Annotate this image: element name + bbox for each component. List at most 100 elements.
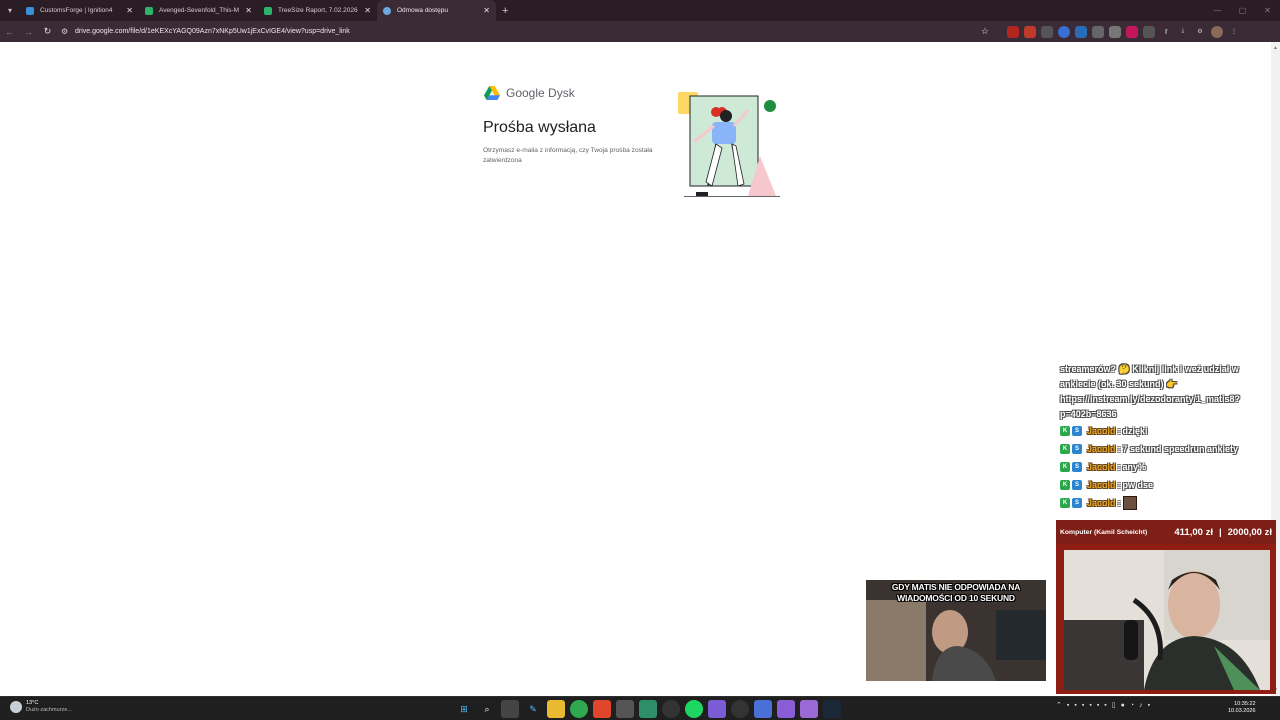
brave-icon[interactable] [593,700,611,718]
windows-taskbar: 13°C Dużo zachmurze... ⊞ ⌕ ✎ ⌃ ▪ ▪ ▪ ▪ ▪… [0,696,1280,720]
tab-close-icon[interactable]: ✕ [126,6,133,15]
extension-cloud-icon[interactable] [1041,25,1053,38]
chat-emote [1122,496,1137,510]
taskbar-apps: ⊞ ⌕ ✎ [455,700,841,718]
kick-badge-icon: K [1060,498,1070,508]
tray-app-icon[interactable]: ▪ [1148,702,1150,709]
file-explorer-icon[interactable] [547,700,565,718]
discord-icon[interactable] [708,700,726,718]
battery-icon[interactable]: ▯ [1112,701,1116,709]
site-info-icon[interactable]: ⚙ [61,27,75,36]
request-illustration [678,92,780,197]
more-menu-icon[interactable]: ⋮ [1228,25,1240,38]
tab-treesize[interactable]: TreeSize Raport, 7.02.2026 23: ✕ [258,0,377,21]
profile-avatar[interactable] [1211,25,1223,38]
tab-title: CustomsForge | Ignition4 [40,7,113,14]
extension-badge-icon[interactable] [1024,25,1036,38]
new-tab-button[interactable]: + [502,5,508,17]
tray-app-icon[interactable]: ▪ [1104,702,1106,709]
tab-odmowa-dostepu[interactable]: Odmowa dostępu ✕ [377,0,496,21]
google-drive-logo: Google Dysk [484,86,575,100]
tab-title: Avenged-Sevenfold_This-Means-War [159,7,240,14]
tray-overflow-icon[interactable]: ⌃ [1056,701,1062,709]
reload-icon[interactable]: ↻ [38,21,57,42]
password-key-icon[interactable]: ⚷ [1160,25,1172,38]
extension-gray-icon[interactable] [1092,25,1104,38]
extension-square-icon[interactable] [1109,25,1121,38]
brand-name: Google Dysk [506,86,575,100]
tray-app-icon[interactable]: ▪ [1074,702,1076,709]
cloud-weather-icon [10,701,22,713]
chat-message: K S Jacold : 7 sekund speedrun ankiety [1060,440,1260,458]
kick-badge-icon: K [1060,426,1070,436]
extension-blue-icon[interactable] [1058,25,1070,38]
clock-time: 10:35:22 [1234,701,1256,707]
scroll-up-icon[interactable]: ▲ [1273,45,1278,51]
page-title: Prośba wysłana [483,119,596,136]
bookmark-star-icon[interactable]: ☆ [981,26,989,37]
network-icon[interactable]: ◔ [1130,702,1134,709]
chat-separator: : [1117,444,1121,454]
chat-message: K S Jacold : [1060,494,1260,512]
steam-icon[interactable] [823,700,841,718]
chat-app-icon[interactable] [800,700,818,718]
task-view-icon[interactable] [501,700,519,718]
system-clock[interactable]: 10:35:22 10.03.2026 [1228,701,1256,715]
tray-app-icon[interactable]: ▪ [1067,702,1069,709]
address-bar[interactable]: ⚙ drive.google.com/file/d/1eKEXcYAGQ09Az… [61,23,1001,40]
notes-app-icon[interactable] [616,700,634,718]
tab-search-button[interactable]: ▾ [0,0,20,21]
stream-chat: streamerów? 🤔 Kliknij link i weź udział … [1060,362,1260,512]
volume-icon[interactable]: ♪ [1139,702,1143,709]
settings-gear-icon[interactable]: ⚙ [1194,25,1206,38]
extension-pink-icon[interactable] [1126,25,1138,38]
obs-icon[interactable] [662,700,680,718]
tab-close-icon[interactable]: ✕ [483,6,490,15]
browser-toolbar: ← → ↻ ⚙ drive.google.com/file/d/1eKEXcYA… [0,21,1280,42]
sub-badge-icon: S [1072,426,1082,436]
tab-close-icon[interactable]: ✕ [364,6,371,15]
tray-app-icon[interactable]: ▪ [1089,702,1091,709]
microphone-icon[interactable]: ● [1121,702,1125,709]
chat-separator: : [1117,426,1121,436]
download-icon[interactable]: ⤓ [1177,25,1189,38]
spotify-icon[interactable] [685,700,703,718]
tray-app-icon[interactable]: ▪ [1097,702,1099,709]
close-window-icon[interactable]: ✕ [1255,0,1280,21]
customsforge-favicon-icon [26,6,34,15]
minimize-icon[interactable]: — [1205,0,1230,21]
drive-favicon-icon [145,6,153,15]
weather-widget[interactable]: 13°C Dużo zachmurze... [10,700,72,714]
start-menu-icon[interactable]: ⊞ [455,700,473,718]
tab-customsforge[interactable]: CustomsForge | Ignition4 ✕ [20,0,139,21]
tab-avenged-sevenfold[interactable]: Avenged-Sevenfold_This-Means-War ✕ [139,0,258,21]
tools-app-icon[interactable] [639,700,657,718]
webcam-frame [1056,544,1276,694]
chat-separator: : [1117,498,1121,508]
extension-red-icon[interactable] [1007,25,1019,38]
back-icon[interactable]: ← [0,21,19,42]
chat-message: K S Jacold : any% [1060,458,1260,476]
search-icon[interactable]: ⌕ [478,700,496,718]
tab-title: Odmowa dostępu [397,7,448,14]
url-text[interactable]: drive.google.com/file/d/1eKEXcYAGQ09Azn7… [75,28,981,35]
extension-shield-icon[interactable] [1075,25,1087,38]
donation-goal: 2000,00 zł [1227,526,1272,538]
app-window-icon[interactable] [754,700,772,718]
forward-icon[interactable]: → [19,21,38,42]
purple-app-icon[interactable] [777,700,795,718]
maximize-icon[interactable]: ▢ [1230,0,1255,21]
window-controls: — ▢ ✕ [1205,0,1280,21]
chrome-icon[interactable] [570,700,588,718]
extensions-puzzle-icon[interactable] [1143,25,1155,38]
drive-favicon-icon [264,6,272,15]
globe-favicon-icon [383,6,391,15]
tab-close-icon[interactable]: ✕ [245,6,252,15]
settings-icon[interactable] [731,700,749,718]
tray-app-icon[interactable]: ▪ [1082,702,1084,709]
sub-badge-icon: S [1072,480,1082,490]
system-tray: ⌃ ▪ ▪ ▪ ▪ ▪ ▪ ▯ ● ◔ ♪ ▪ [1056,701,1150,710]
sub-badge-icon: S [1072,462,1082,472]
pen-app-icon[interactable]: ✎ [524,700,542,718]
meme-overlay: GDY MATIS NIE ODPOWIADA NA WIADOMOŚCI OD… [866,580,1046,681]
